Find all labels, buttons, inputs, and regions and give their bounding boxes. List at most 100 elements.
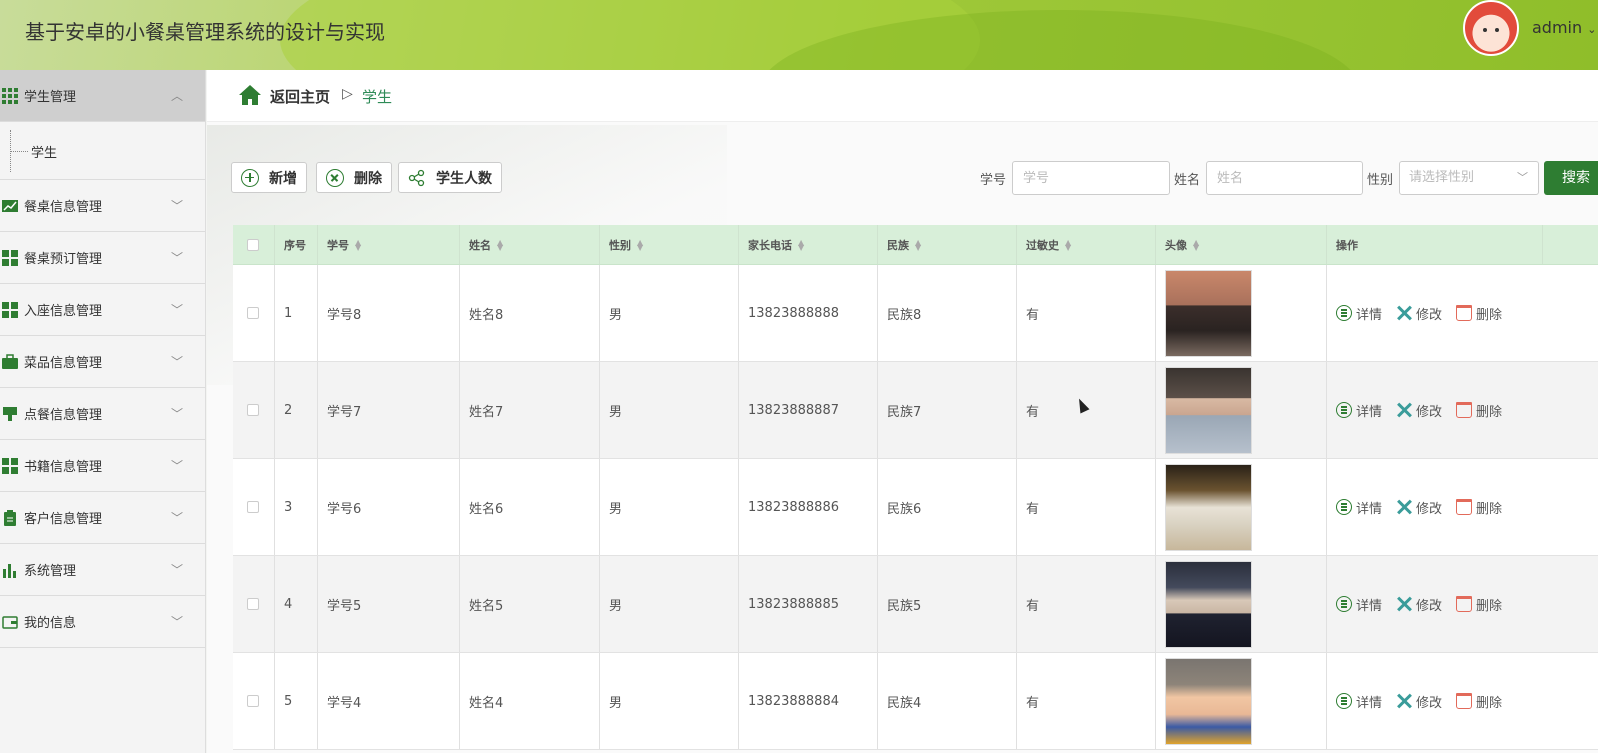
edit-button[interactable]: 修改 [1396,692,1442,711]
sidebar-item-seating-info[interactable]: 入座信息管理 ﹀ [0,284,205,336]
row-gender: 男 [609,695,623,711]
sidebar-subitem-student[interactable]: 学生 [0,122,205,180]
row-student-id: 学号5 [327,598,362,614]
detail-icon [1336,402,1352,418]
sort-icon: ▲ ▼ [637,237,644,252]
row-delete-button[interactable]: 删除 [1456,304,1502,323]
chevron-up-icon: ︿ [170,89,183,103]
delete-button[interactable]: 删除 [316,162,392,193]
chevron-down-icon: ⌄ [1587,23,1597,36]
select-all-checkbox[interactable] [247,238,259,251]
edit-button[interactable]: 修改 [1396,498,1442,517]
name-input[interactable] [1206,161,1363,195]
student-id-input[interactable] [1012,161,1170,195]
column-header-allergy[interactable]: 过敏史 ▲ ▼ [1017,225,1156,264]
sidebar-item-table-info[interactable]: 餐桌信息管理 ﹀ [0,180,205,232]
detail-button[interactable]: 详情 [1336,498,1382,517]
user-menu[interactable]: admin ⌄ [1532,18,1596,37]
trash-icon [1456,596,1473,612]
row-allergy: 有 [1026,695,1040,711]
row-phone: 13823888884 [748,693,839,709]
row-checkbox[interactable] [247,695,259,707]
briefcase-icon [2,353,18,370]
table-row: 4 学号5 姓名5 男 13823888885 民族5 有 详情 修改 删除 [233,556,1598,653]
column-header-gender[interactable]: 性别 ▲ ▼ [600,225,739,264]
column-header-id[interactable]: 学号 ▲ ▼ [318,225,460,264]
edit-button[interactable]: 修改 [1396,595,1442,614]
detail-icon [1336,305,1352,321]
row-name: 姓名7 [469,404,504,420]
column-header-phone[interactable]: 家长电话 ▲ ▼ [739,225,878,264]
app-title: 基于安卓的小餐桌管理系统的设计与实现 [25,20,385,44]
row-avatar-photo[interactable] [1165,269,1252,357]
row-avatar-photo[interactable] [1165,463,1252,551]
detail-button[interactable]: 详情 [1336,401,1382,420]
chevron-down-icon: ﹀ [170,459,183,473]
detail-button[interactable]: 详情 [1336,692,1382,711]
home-icon[interactable] [238,84,262,106]
student-count-button[interactable]: 学生人数 [398,162,502,193]
sidebar-item-book-info[interactable]: 书籍信息管理 ﹀ [0,440,205,492]
sidebar-item-system[interactable]: 系统管理 ﹀ [0,544,205,596]
detail-icon [1336,693,1352,709]
name-label: 姓名 [1174,173,1201,188]
row-student-id: 学号6 [327,501,362,517]
row-checkbox[interactable] [247,501,259,513]
row-delete-button[interactable]: 删除 [1456,692,1502,711]
detail-icon [1336,596,1352,612]
bar-chart-icon [2,562,18,578]
trash-icon [1456,499,1473,515]
row-checkbox[interactable] [247,404,259,416]
sidebar-item-label: 菜品信息管理 [24,356,103,371]
detail-button[interactable]: 详情 [1336,304,1382,323]
user-avatar[interactable] [1463,0,1519,56]
sidebar-item-my-info[interactable]: 我的信息 ﹀ [0,596,205,648]
student-id-label: 学号 [980,173,1007,188]
chevron-down-icon: ﹀ [170,563,183,577]
close-circle-icon [326,168,344,187]
top-header: 基于安卓的小餐桌管理系统的设计与实现 admin ⌄ [0,0,1598,70]
breadcrumb-separator: ▷ [342,86,353,102]
trash-icon [1456,693,1473,709]
sidebar-item-label: 学生管理 [24,90,77,105]
gender-select[interactable]: 请选择性别 ﹀ [1399,161,1539,195]
sidebar-item-label: 书籍信息管理 [24,460,103,475]
search-button[interactable]: 搜索 [1544,161,1598,195]
add-button[interactable]: 新增 [231,162,307,193]
edit-button[interactable]: 修改 [1396,304,1442,323]
row-student-id: 学号4 [327,695,362,711]
row-avatar-photo[interactable] [1165,657,1252,745]
chevron-down-icon: ﹀ [170,251,183,265]
wrench-icon [1396,402,1412,418]
sidebar-item-student-management[interactable]: 学生管理 ︿ [0,70,205,122]
row-checkbox[interactable] [247,307,259,319]
sidebar-item-customer-info[interactable]: 客户信息管理 ﹀ [0,492,205,544]
row-delete-button[interactable]: 删除 [1456,498,1502,517]
detail-button[interactable]: 详情 [1336,595,1382,614]
sidebar-item-dish-info[interactable]: 菜品信息管理 ﹀ [0,336,205,388]
column-header-name[interactable]: 姓名 ▲ ▼ [460,225,600,264]
table-row: 3 学号6 姓名6 男 13823888886 民族6 有 详情 修改 删除 [233,459,1598,556]
add-button-label: 新增 [269,170,297,187]
row-avatar-photo[interactable] [1165,560,1252,648]
chevron-down-icon: ﹀ [170,303,183,317]
row-delete-button[interactable]: 删除 [1456,595,1502,614]
row-no: 1 [284,305,293,321]
column-header-nation[interactable]: 民族 ▲ ▼ [878,225,1017,264]
sidebar-item-table-booking[interactable]: 餐桌预订管理 ﹀ [0,232,205,284]
sidebar-item-label: 入座信息管理 [24,304,103,319]
student-count-label: 学生人数 [436,170,492,187]
row-checkbox[interactable] [247,598,259,610]
plus-circle-icon [241,168,259,187]
sidebar-item-label: 餐桌预订管理 [24,252,103,267]
sidebar-item-order-info[interactable]: 点餐信息管理 ﹀ [0,388,205,440]
breadcrumb-home-link[interactable]: 返回主页 [270,86,330,107]
row-avatar-photo[interactable] [1165,366,1252,454]
row-delete-button[interactable]: 删除 [1456,401,1502,420]
row-phone: 13823888888 [748,305,839,321]
edit-button[interactable]: 修改 [1396,401,1442,420]
row-nation: 民族6 [887,501,922,517]
column-header-avatar[interactable]: 头像 ▲ ▼ [1156,225,1327,264]
column-header-actions: 操作 [1336,238,1358,252]
chevron-down-icon: ﹀ [170,199,183,213]
